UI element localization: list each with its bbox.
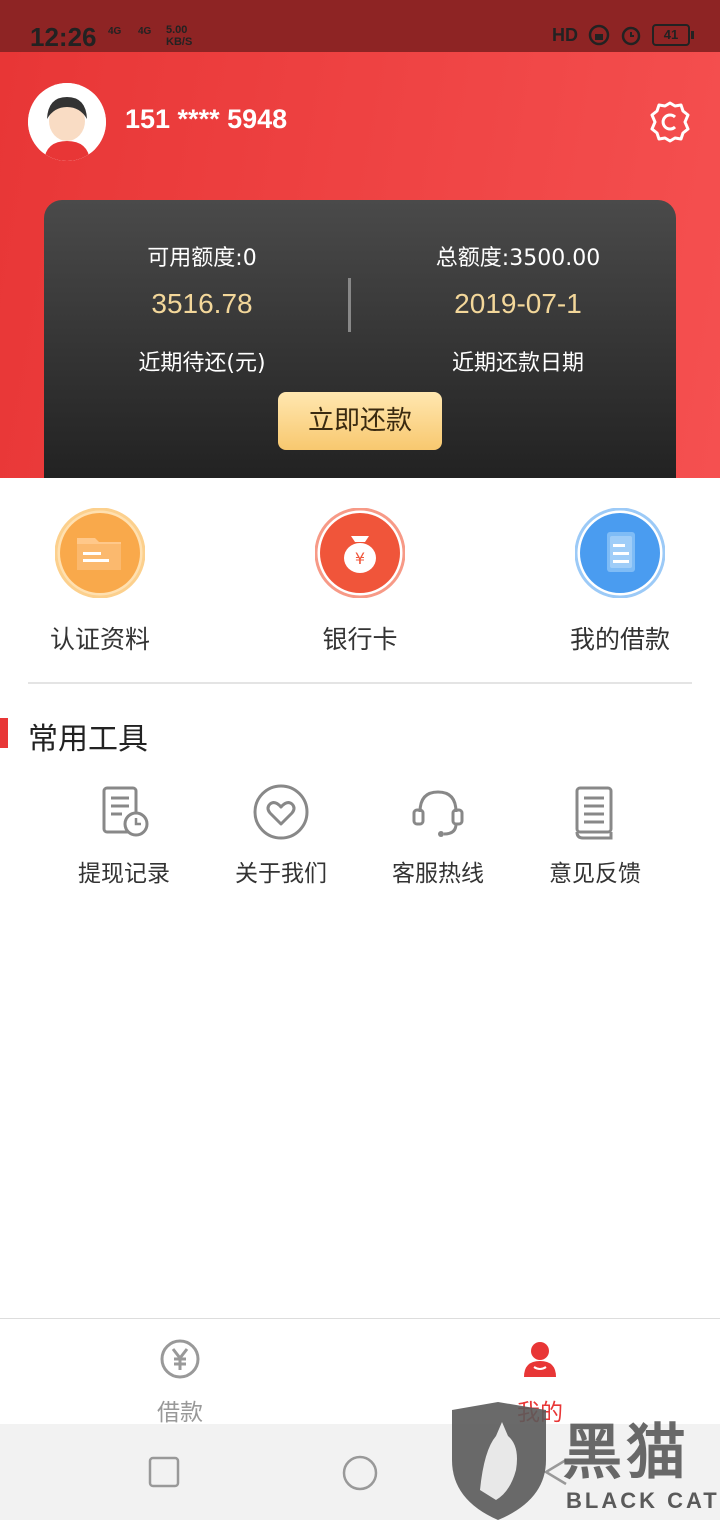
verification-icon-circle xyxy=(54,507,146,599)
due-date-value: 2019-07-1 xyxy=(454,288,582,319)
battery-indicator: 41 xyxy=(652,24,694,46)
tool-label: 关于我们 xyxy=(235,861,327,887)
home-icon[interactable] xyxy=(341,1454,379,1492)
quick-action-label: 我的借款 xyxy=(569,625,670,654)
due-date-caption: 近期还款日期 xyxy=(451,351,584,376)
speed-value: 5.00 xyxy=(166,24,188,36)
watermark-english: BLACK CAT xyxy=(566,1488,720,1513)
tools-section-title: 常用工具 xyxy=(28,722,148,757)
money-bag-icon: ¥ xyxy=(314,507,406,599)
phone-number: 151 **** 5948 xyxy=(125,104,288,134)
watermark-chinese: 黑猫 xyxy=(562,1418,690,1488)
status-time: 12:26 xyxy=(30,22,97,52)
alarm-icon xyxy=(621,26,641,46)
signal-2-label: 4G xyxy=(138,26,152,37)
tab-loan[interactable]: 借款 xyxy=(80,1337,280,1427)
avatar[interactable] xyxy=(28,83,106,161)
tool-about-us[interactable]: 关于我们 xyxy=(201,782,361,888)
tool-label: 提现记录 xyxy=(78,861,170,887)
svg-text:¥: ¥ xyxy=(355,549,365,568)
tool-label: 客服热线 xyxy=(392,861,484,887)
hd-label: HD xyxy=(552,24,578,45)
tools-title-accent xyxy=(0,718,8,748)
settings-gear-icon[interactable] xyxy=(648,100,692,144)
speed-unit: KB/S xyxy=(166,36,193,48)
tool-withdraw-records[interactable]: 提现记录 xyxy=(44,782,204,888)
document-icon xyxy=(574,507,666,599)
network-speed: 5.00 KB/S xyxy=(166,24,192,48)
signal-1-label: 4G xyxy=(108,26,122,37)
rotation-lock-icon xyxy=(588,24,610,46)
credit-summary-card: 可用额度:0 总额度:3500.00 3516.78 2019-07-1 近期待… xyxy=(44,200,676,478)
tool-label: 意见反馈 xyxy=(549,861,641,887)
repay-now-button[interactable]: 立即还款 xyxy=(278,392,442,450)
due-amount-caption: 近期待还(元) xyxy=(138,351,266,376)
available-credit-label: 可用额度:0 xyxy=(147,246,257,271)
record-clock-icon xyxy=(102,786,149,837)
folder-icon xyxy=(54,507,146,599)
status-icons: HD 41 xyxy=(552,24,694,46)
quick-action-my-loans[interactable]: 我的借款 xyxy=(500,507,720,656)
due-amount-value: 3516.78 xyxy=(151,288,253,319)
status-bar: 12:26 4G 4G 5.00 KB/S HD 41 xyxy=(0,0,720,52)
quick-action-verification[interactable]: 认证资料 xyxy=(0,507,220,656)
tool-customer-service[interactable]: 客服热线 xyxy=(358,782,518,888)
yen-icon xyxy=(160,1339,200,1379)
total-credit-label: 总额度:3500.00 xyxy=(435,246,601,271)
heart-icon xyxy=(253,784,309,840)
user-icon xyxy=(524,1342,556,1377)
user-avatar-icon xyxy=(28,83,106,161)
quick-action-label: 银行卡 xyxy=(322,625,398,654)
my-loans-icon-circle xyxy=(574,507,666,599)
bank-card-icon-circle: ¥ xyxy=(314,507,406,599)
card-divider xyxy=(348,278,351,332)
quick-action-label: 认证资料 xyxy=(49,625,150,654)
book-icon xyxy=(575,786,613,840)
recent-apps-icon[interactable] xyxy=(148,1456,180,1488)
section-divider xyxy=(28,682,692,684)
tab-label: 借款 xyxy=(157,1400,203,1426)
quick-action-bank-card[interactable]: ¥ 银行卡 xyxy=(240,507,480,656)
tool-feedback[interactable]: 意见反馈 xyxy=(515,782,675,888)
headset-icon xyxy=(412,790,464,837)
